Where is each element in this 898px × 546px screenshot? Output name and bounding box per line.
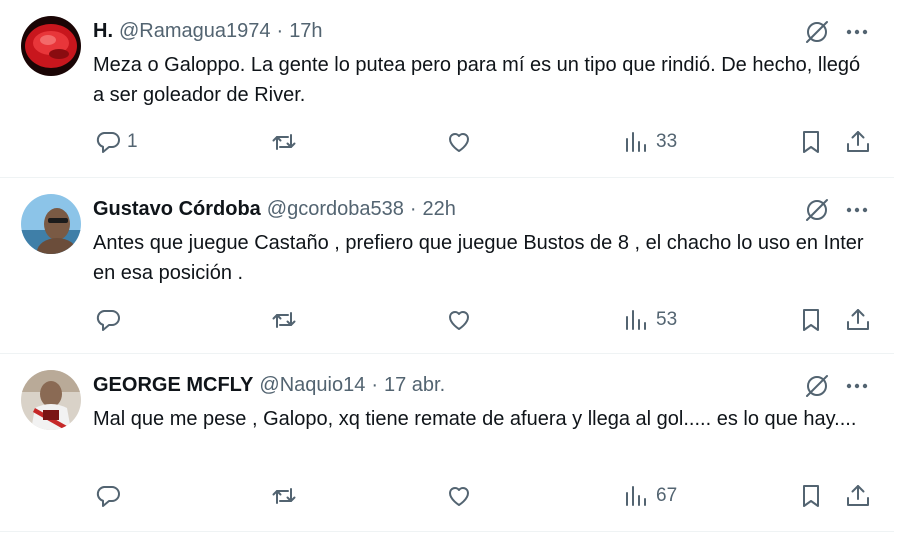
like-button[interactable] (446, 482, 472, 510)
views-icon (626, 132, 646, 152)
view-count: 67 (656, 485, 678, 506)
views-button[interactable]: 33 (624, 128, 677, 156)
retweet-button[interactable] (271, 306, 297, 334)
tweet[interactable]: Gustavo Córdoba @gcordoba538 · 22h Antes… (0, 178, 894, 354)
separator-dot: · (276, 19, 284, 42)
reply-button[interactable]: 1 (95, 128, 138, 156)
timestamp[interactable]: 17 abr. (384, 374, 445, 397)
view-count: 53 (656, 309, 678, 330)
reply-button[interactable] (95, 482, 127, 510)
tweet-header: Gustavo Córdoba @gcordoba538 · 22h (93, 196, 456, 222)
grok-icon[interactable] (803, 18, 831, 46)
action-bar: 67 (0, 482, 894, 510)
reply-icon (96, 310, 120, 331)
retweet-icon (272, 488, 296, 504)
author-handle[interactable]: @Naquio14 (259, 374, 365, 397)
tweet-text: Mal que me pese , Galopo, xq tiene remat… (93, 408, 857, 430)
tweet-header: GEORGE MCFLY @Naquio14 · 17 abr. (93, 372, 445, 398)
share-icon (847, 309, 869, 330)
tweet-text: Antes que juegue Castaño , prefiero que … (93, 232, 864, 284)
bookmark-icon (803, 131, 819, 153)
bookmark-button[interactable] (798, 482, 824, 510)
reply-button[interactable] (95, 306, 127, 334)
views-icon (626, 310, 646, 330)
retweet-button[interactable] (271, 128, 297, 156)
action-bar: 1 33 (0, 128, 894, 156)
reply-icon (96, 486, 120, 507)
bookmark-icon (803, 485, 819, 507)
action-bar: 53 (0, 306, 894, 334)
share-button[interactable] (845, 482, 871, 510)
share-icon (847, 131, 869, 152)
bookmark-button[interactable] (798, 128, 824, 156)
views-button[interactable]: 67 (624, 482, 677, 510)
share-icon (847, 485, 869, 506)
author-handle[interactable]: @gcordoba538 (267, 198, 404, 221)
retweet-icon (272, 134, 296, 150)
more-icon[interactable] (845, 374, 869, 398)
timestamp[interactable]: 17h (289, 20, 322, 43)
grok-icon[interactable] (803, 372, 831, 400)
grok-icon[interactable] (803, 196, 831, 224)
separator-dot: · (371, 373, 378, 396)
like-button[interactable] (446, 128, 472, 156)
author-name[interactable]: Gustavo Córdoba (93, 198, 261, 221)
retweet-button[interactable] (271, 482, 297, 510)
like-button[interactable] (446, 306, 472, 334)
avatar[interactable] (21, 194, 81, 254)
bookmark-icon (803, 309, 819, 331)
view-count: 33 (656, 131, 678, 152)
tweet[interactable]: GEORGE MCFLY @Naquio14 · 17 abr. Mal que… (0, 354, 894, 532)
share-button[interactable] (845, 306, 871, 334)
tweet-text: Meza o Galoppo. La gente lo putea pero p… (93, 54, 861, 106)
author-handle[interactable]: @Ramagua1974 (119, 20, 271, 43)
timestamp[interactable]: 22h (423, 198, 456, 221)
more-icon[interactable] (845, 198, 869, 222)
views-button[interactable]: 53 (624, 306, 677, 334)
views-icon (626, 486, 646, 506)
reply-count: 1 (127, 131, 138, 152)
retweet-icon (272, 312, 296, 328)
avatar[interactable] (21, 370, 81, 430)
tweet-header: H. @Ramagua1974 · 17h (93, 18, 323, 44)
tweet[interactable]: H. @Ramagua1974 · 17h Meza o Galoppo. La… (0, 0, 894, 178)
share-button[interactable] (845, 128, 871, 156)
avatar[interactable] (21, 16, 81, 76)
like-icon (449, 133, 469, 152)
author-name[interactable]: H. (93, 20, 113, 43)
author-name[interactable]: GEORGE MCFLY (93, 374, 253, 397)
like-icon (449, 487, 469, 506)
bookmark-button[interactable] (798, 306, 824, 334)
separator-dot: · (409, 197, 417, 220)
like-icon (449, 311, 469, 330)
more-icon[interactable] (845, 20, 869, 44)
reply-icon (96, 132, 120, 153)
